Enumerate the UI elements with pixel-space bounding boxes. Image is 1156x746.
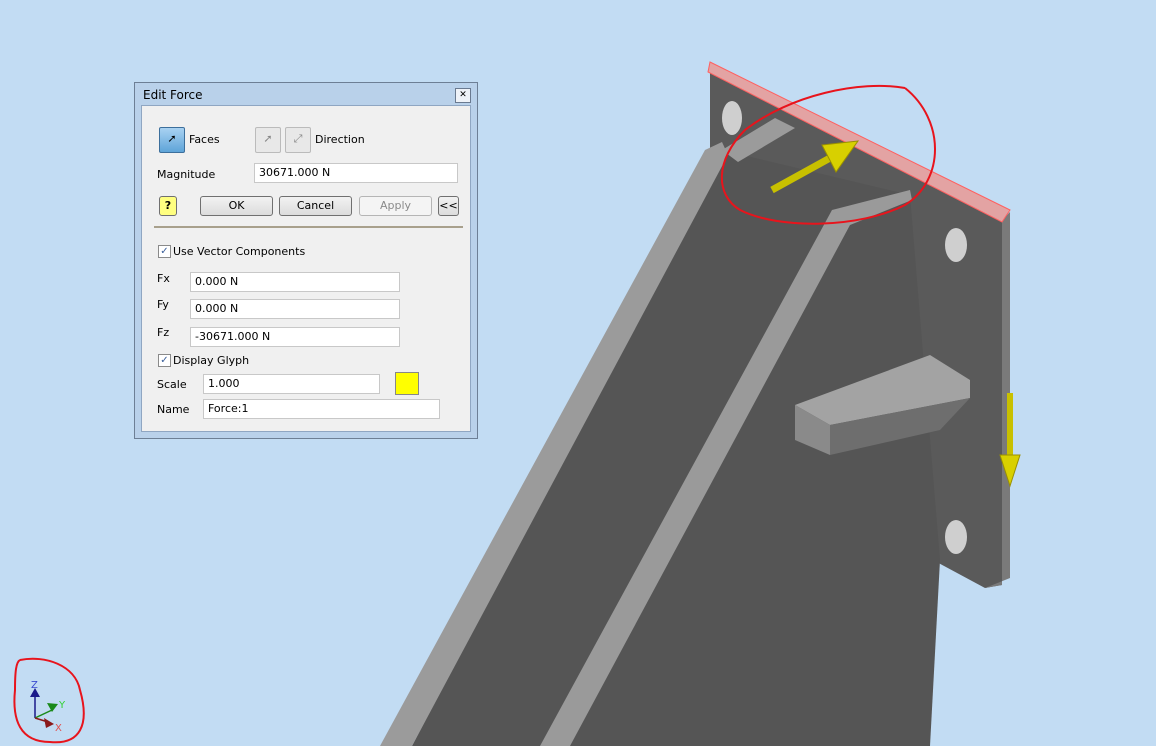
triad-y-label: Y [58,700,66,711]
scale-input[interactable]: 1.000 [203,374,380,394]
close-button[interactable]: ✕ [455,88,471,103]
dialog-title: Edit Force [143,88,203,102]
hole [945,520,967,554]
apply-button[interactable]: Apply [359,196,432,216]
glyph-color-swatch[interactable] [395,372,419,395]
faces-label: Faces [189,133,220,146]
faces-select-button[interactable]: ➚ [159,127,185,153]
collapse-button[interactable]: << [438,196,459,216]
fy-input[interactable]: 0.000 N [190,299,400,319]
ok-button[interactable]: OK [200,196,273,216]
fz-input[interactable]: -30671.000 N [190,327,400,347]
separator [154,226,463,228]
triad-x-label: X [55,723,62,734]
hole [722,101,742,135]
display-glyph-checkbox[interactable]: ✓ [158,354,171,367]
fz-label: Fz [157,326,170,339]
scale-label: Scale [157,378,187,391]
flip-direction-button[interactable]: ⤢ [285,127,311,153]
dialog-body: ➚ Faces ➚ ⤢ Direction Magnitude 30671.00… [141,105,471,432]
direction-select-button[interactable]: ➚ [255,127,281,153]
annotation-circle [13,657,85,744]
fx-label: Fx [157,272,170,285]
name-input[interactable]: Force:1 [203,399,440,419]
fy-label: Fy [157,298,169,311]
name-label: Name [157,403,190,416]
axis-triad[interactable]: Z Y X [30,680,66,734]
magnitude-input[interactable]: 30671.000 N [254,163,458,183]
triad-z-label: Z [31,680,38,691]
direction-label: Direction [315,133,365,146]
help-button[interactable]: ? [159,196,177,216]
use-vector-components-label: Use Vector Components [173,245,306,258]
cancel-button[interactable]: Cancel [279,196,352,216]
edit-force-dialog: Edit Force ✕ ➚ Faces ➚ ⤢ Direction Magni… [134,82,478,439]
use-vector-components-checkbox[interactable]: ✓ [158,245,171,258]
hole [945,228,967,262]
display-glyph-label: Display Glyph [173,354,250,367]
fx-input[interactable]: 0.000 N [190,272,400,292]
magnitude-label: Magnitude [157,168,216,181]
